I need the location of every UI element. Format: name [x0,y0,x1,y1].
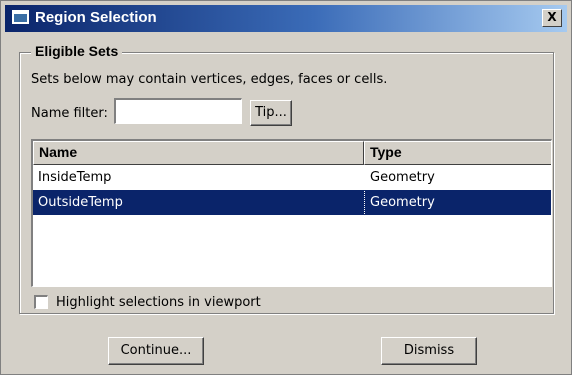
title-bar[interactable]: Region Selection X [5,5,567,32]
window-title: Region Selection [35,9,157,26]
highlight-checkbox-label[interactable]: Highlight selections in viewport [56,294,261,311]
table-row[interactable]: InsideTemp Geometry [33,165,551,190]
sets-description: Sets below may contain vertices, edges, … [31,72,388,87]
highlight-checkbox[interactable] [34,295,48,309]
window-icon [12,10,29,24]
row-type-cell: Geometry [370,170,435,185]
table-header: Name Type [33,141,551,165]
eligible-sets-legend: Eligible Sets [31,43,123,60]
table-row-selected[interactable]: OutsideTemp Geometry [33,190,551,215]
row-type-cell: Geometry [370,195,435,210]
name-filter-label: Name filter: [31,106,108,121]
column-header-type[interactable]: Type [364,141,551,165]
name-filter-input[interactable] [114,98,242,124]
close-button[interactable]: X [542,9,562,27]
column-header-name[interactable]: Name [33,141,364,165]
continue-button[interactable]: Continue... [108,337,204,365]
sets-table: Name Type InsideTemp Geometry OutsideTem… [31,139,552,287]
region-selection-dialog: Region Selection X Eligible Sets Sets be… [0,0,572,375]
tip-button[interactable]: Tip... [250,100,292,126]
row-name-cell: OutsideTemp [38,195,123,210]
column-separator [364,191,365,214]
row-name-cell: InsideTemp [38,170,112,185]
dismiss-button[interactable]: Dismiss [381,337,477,365]
